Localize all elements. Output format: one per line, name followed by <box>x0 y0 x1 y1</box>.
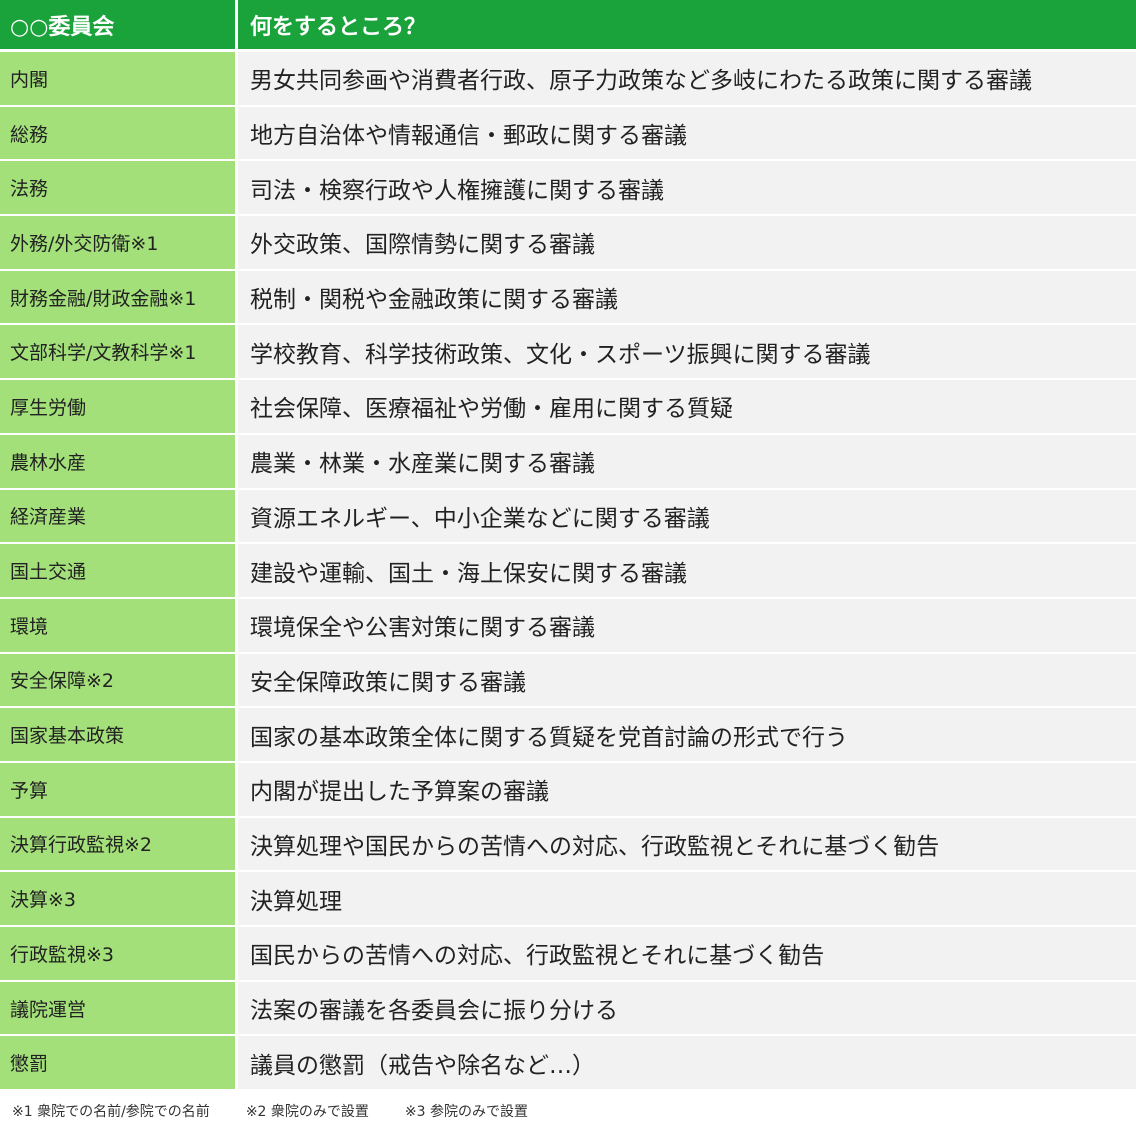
header-role: 何をするところ？ <box>238 0 1136 49</box>
committee-description: 内閣が提出した予算案の審議 <box>238 762 1136 816</box>
footnote-2: ※2 衆院のみで設置 <box>245 1104 369 1121</box>
table-row: 懲罰 議員の懲罰（戒告や除名など…） <box>0 1036 1136 1092</box>
committee-description: 決算処理や国民からの苦情への対応、行政監視とそれに基づく勧告 <box>238 817 1136 871</box>
footnotes: ※1 衆院での名前/参院での名前 ※2 衆院のみで設置 ※3 参院のみで設置 <box>0 1091 1136 1131</box>
committee-name: 厚生労働 <box>0 380 238 433</box>
committee-name: 安全保障※2 <box>0 653 238 707</box>
table-row: 総務 地方自治体や情報通信・郵政に関する審議 <box>0 106 1136 162</box>
committee-description: 資源エネルギー、中小企業などに関する審議 <box>238 489 1136 543</box>
committee-description: 学校教育、科学技術政策、文化・スポーツ振興に関する審議 <box>238 325 1136 379</box>
committee-name: 財務金融/財政金融※1 <box>0 270 238 324</box>
table-header: ○○委員会 何をするところ？ <box>0 0 1136 52</box>
committee-name: 決算※3 <box>0 872 238 925</box>
committee-description: 安全保障政策に関する審議 <box>238 653 1136 707</box>
committee-description: 社会保障、医療福祉や労働・雇用に関する質疑 <box>238 380 1136 433</box>
committee-name: 国土交通 <box>0 544 238 597</box>
committee-description: 税制・関税や金融政策に関する審議 <box>238 270 1136 324</box>
committee-description: 司法・検察行政や人権擁護に関する審議 <box>238 161 1136 215</box>
committee-description: 男女共同参画や消費者行政、原子力政策など多岐にわたる政策に関する審議 <box>238 52 1136 105</box>
table-row: 法務 司法・検察行政や人権擁護に関する審議 <box>0 161 1136 217</box>
committee-name: 決算行政監視※2 <box>0 817 238 871</box>
committee-description: 建設や運輸、国土・海上保安に関する審議 <box>238 544 1136 597</box>
table-row: 財務金融/財政金融※1 税制・関税や金融政策に関する審議 <box>0 270 1136 326</box>
footnote-3: ※3 参院のみで設置 <box>404 1104 528 1121</box>
committee-table: ○○委員会 何をするところ？ 内閣 男女共同参画や消費者行政、原子力政策など多岐に… <box>0 0 1136 1092</box>
committee-name: 議院運営 <box>0 981 238 1035</box>
table-row: 決算行政監視※2 決算処理や国民からの苦情への対応、行政監視とそれに基づく勧告 <box>0 817 1136 873</box>
table-row: 外務/外交防衛※1 外交政策、国際情勢に関する審議 <box>0 216 1136 271</box>
header-committee: ○○委員会 <box>0 0 238 49</box>
committee-description: 議員の懲罰（戒告や除名など…） <box>238 1036 1136 1090</box>
committee-name: 総務 <box>0 106 238 160</box>
committee-name: 行政監視※3 <box>0 927 238 980</box>
committee-name: 予算 <box>0 762 238 816</box>
table-row: 安全保障※2 安全保障政策に関する審議 <box>0 653 1136 709</box>
table-row: 内閣 男女共同参画や消費者行政、原子力政策など多岐にわたる政策に関する審議 <box>0 52 1136 107</box>
committee-description: 法案の審議を各委員会に振り分ける <box>238 981 1136 1035</box>
table-row: 予算 内閣が提出した予算案の審議 <box>0 762 1136 818</box>
table-row: 行政監視※3 国民からの苦情への対応、行政監視とそれに基づく勧告 <box>0 927 1136 982</box>
committee-description: 環境保全や公害対策に関する審議 <box>238 598 1136 652</box>
committee-name: 懲罰 <box>0 1036 238 1090</box>
table-row: 国土交通 建設や運輸、国土・海上保安に関する審議 <box>0 544 1136 599</box>
committee-name: 文部科学/文教科学※1 <box>0 325 238 379</box>
table-row: 農林水産 農業・林業・水産業に関する審議 <box>0 434 1136 490</box>
committee-name: 環境 <box>0 598 238 652</box>
committee-name: 内閣 <box>0 52 238 105</box>
committee-description: 外交政策、国際情勢に関する審議 <box>238 216 1136 269</box>
committee-name: 農林水産 <box>0 434 238 488</box>
table-row: 議院運営 法案の審議を各委員会に振り分ける <box>0 981 1136 1037</box>
table-row: 文部科学/文教科学※1 学校教育、科学技術政策、文化・スポーツ振興に関する審議 <box>0 325 1136 381</box>
committee-description: 地方自治体や情報通信・郵政に関する審議 <box>238 106 1136 160</box>
committee-name: 外務/外交防衛※1 <box>0 216 238 269</box>
committee-name: 国家基本政策 <box>0 708 238 761</box>
committee-name: 経済産業 <box>0 489 238 543</box>
table-row: 決算※3 決算処理 <box>0 872 1136 927</box>
committee-name: 法務 <box>0 161 238 215</box>
committee-description: 決算処理 <box>238 872 1136 925</box>
committee-description: 国家の基本政策全体に関する質疑を党首討論の形式で行う <box>238 708 1136 761</box>
table-row: 環境 環境保全や公害対策に関する審議 <box>0 598 1136 654</box>
table-row: 経済産業 資源エネルギー、中小企業などに関する審議 <box>0 489 1136 545</box>
committee-description: 国民からの苦情への対応、行政監視とそれに基づく勧告 <box>238 927 1136 980</box>
footnote-1: ※1 衆院での名前/参院での名前 <box>12 1104 210 1121</box>
committee-description: 農業・林業・水産業に関する審議 <box>238 434 1136 488</box>
table-row: 国家基本政策 国家の基本政策全体に関する質疑を党首討論の形式で行う <box>0 708 1136 763</box>
table-row: 厚生労働 社会保障、医療福祉や労働・雇用に関する質疑 <box>0 380 1136 435</box>
